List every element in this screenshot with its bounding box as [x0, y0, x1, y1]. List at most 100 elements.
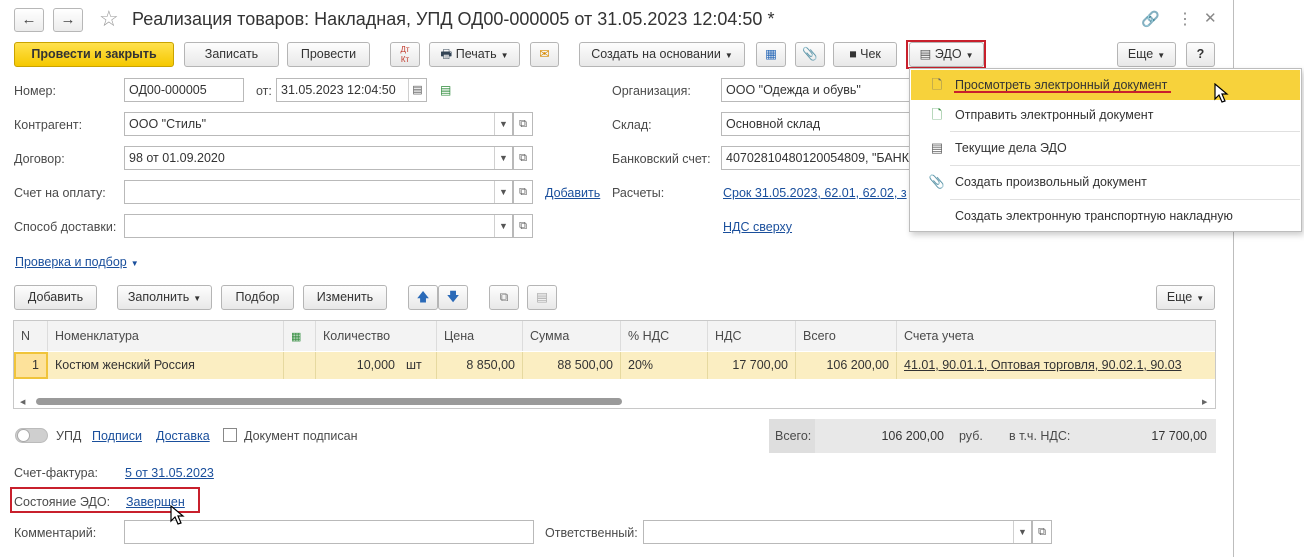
scroll-right-icon[interactable]: ▶ [1202, 398, 1207, 406]
copy-icon[interactable]: ⧉ [489, 285, 519, 310]
column-header-total[interactable]: Всего [796, 321, 897, 351]
column-header-accounts[interactable]: Счета учета [897, 321, 1215, 351]
arrow-left-icon: ← [21, 11, 37, 28]
menu-item-view-edoc[interactable]: 🗋 Просмотреть электронный документ [911, 70, 1300, 100]
menu-separator [950, 199, 1300, 200]
check-and-pick-label: Проверка и подбор [15, 255, 127, 269]
structure-icon[interactable]: ▦ [756, 42, 786, 67]
forward-button[interactable]: → [53, 8, 83, 32]
chevron-down-icon[interactable]: ▼ [494, 215, 512, 237]
more-vertical-icon[interactable]: ⋮ [1177, 9, 1193, 29]
chevron-down-icon[interactable]: ▼ [1013, 521, 1031, 543]
goods-table: N Номенклатура ▦ Количество Цена Сумма %… [13, 320, 1216, 409]
menu-item-create-etn[interactable]: Создать электронную транспортную накладн… [911, 201, 1300, 231]
column-header-vat[interactable]: НДС [708, 321, 796, 351]
total-label: Всего: [775, 429, 812, 443]
edo-button-highlight [906, 40, 986, 69]
save-button[interactable]: Записать [184, 42, 279, 67]
cash-register-icon: ■ [849, 47, 857, 61]
column-header-marking[interactable]: ▦ [284, 321, 316, 351]
open-icon[interactable]: ⧉ [1032, 520, 1052, 544]
menu-item-edo-tasks[interactable]: ▤ Текущие дела ЭДО [911, 133, 1300, 163]
more-button[interactable]: Еще ▼ [1117, 42, 1176, 67]
number-field[interactable]: ОД00-000005 [124, 78, 244, 102]
back-button[interactable]: ← [14, 8, 44, 32]
upd-toggle[interactable] [15, 428, 48, 443]
document-signed-checkbox[interactable] [223, 428, 237, 442]
invoice-for-payment-field[interactable]: ▼ [124, 180, 513, 204]
date-label: от: [256, 84, 272, 98]
delivery-method-field[interactable]: ▼ [124, 214, 513, 238]
open-icon[interactable]: ⧉ [513, 146, 533, 170]
paperclip-icon[interactable]: 📎 [795, 42, 825, 67]
add-invoice-link[interactable]: Добавить [545, 186, 600, 200]
horizontal-scrollbar[interactable] [36, 398, 622, 405]
send-document-icon: 🗋 [931, 107, 943, 122]
delivery-link[interactable]: Доставка [156, 429, 210, 443]
invoice-for-payment-label: Счет на оплату: [14, 186, 106, 200]
add-row-button[interactable]: Добавить [14, 285, 97, 310]
change-button[interactable]: Изменить [303, 285, 387, 310]
chevron-down-icon: ▼ [1196, 294, 1205, 303]
link-icon[interactable]: 🔗 [1141, 10, 1160, 28]
row-qty: 10,000 [356, 358, 395, 372]
dtkt-icon[interactable]: Дт Кт [390, 42, 420, 67]
move-up-icon[interactable]: 🡅 [408, 285, 438, 310]
column-header-sum[interactable]: Сумма [523, 321, 621, 351]
responsible-label: Ответственный: [545, 526, 638, 540]
tax-invoice-link[interactable]: 5 от 31.05.2023 [125, 466, 214, 480]
chevron-down-icon[interactable]: ▼ [494, 181, 512, 203]
open-icon[interactable]: ⧉ [513, 112, 533, 136]
check-and-pick-link[interactable]: Проверка и подбор ▼ [15, 255, 139, 269]
fill-button[interactable]: Заполнить ▼ [117, 285, 212, 310]
column-header-price[interactable]: Цена [437, 321, 523, 351]
row-accounts-link[interactable]: 41.01, 90.01.1, Оптовая торговля, 90.02.… [897, 352, 1215, 379]
contract-value: 98 от 01.09.2020 [129, 151, 225, 165]
scroll-left-icon[interactable]: ◀ [20, 398, 25, 406]
menu-item-create-arbitrary[interactable]: 📎 Создать произвольный документ [911, 167, 1300, 197]
pick-button[interactable]: Подбор [221, 285, 294, 310]
table-more-button[interactable]: Еще ▼ [1156, 285, 1215, 310]
history-icon[interactable]: ▤ [440, 83, 451, 97]
column-header-qty[interactable]: Количество [316, 321, 437, 351]
column-header-n[interactable]: N [14, 321, 48, 351]
paste-icon[interactable]: ▤ [527, 285, 557, 310]
org-field[interactable]: ООО "Одежда и обувь" [721, 78, 911, 102]
post-and-close-button[interactable]: Провести и закрыть [14, 42, 174, 67]
help-button[interactable]: ? [1186, 42, 1215, 67]
document-signed-label: Документ подписан [244, 429, 358, 443]
signatures-link[interactable]: Подписи [92, 429, 142, 443]
warehouse-field[interactable]: Основной склад [721, 112, 911, 136]
email-icon[interactable]: ✉ [530, 42, 559, 67]
receipt-button[interactable]: ■ Чек [833, 42, 897, 67]
column-header-item[interactable]: Номенклатура [48, 321, 284, 351]
menu-item-underline [954, 91, 1171, 93]
date-field[interactable]: 31.05.2023 12:04:50 ▤ [276, 78, 427, 102]
contract-field[interactable]: 98 от 01.09.2020 ▼ [124, 146, 513, 170]
vat-on-top-link[interactable]: НДС сверху [723, 220, 792, 234]
favorite-star-icon[interactable]: ☆ [99, 6, 119, 32]
calendar-icon[interactable]: ▤ [408, 79, 426, 101]
responsible-field[interactable]: ▼ [643, 520, 1032, 544]
total-value: 106 200,00 [881, 429, 944, 443]
table-row[interactable]: 1 Костюм женский Россия 10,000 шт 8 850,… [14, 352, 1215, 379]
chevron-down-icon[interactable]: ▼ [494, 147, 512, 169]
counterparty-field[interactable]: ООО "Стиль" ▼ [124, 112, 513, 136]
create-based-on-button[interactable]: Создать на основании ▼ [579, 42, 745, 67]
menu-item-send-edoc[interactable]: 🗋 Отправить электронный документ [911, 100, 1300, 130]
tax-invoice-label: Счет-фактура: [14, 466, 99, 480]
column-header-vat-rate[interactable]: % НДС [621, 321, 708, 351]
open-icon[interactable]: ⧉ [513, 214, 533, 238]
post-button[interactable]: Провести [287, 42, 370, 67]
print-button[interactable]: 🖶 Печать ▼ [429, 42, 520, 67]
table-more-label: Еще [1166, 290, 1193, 304]
move-down-icon[interactable]: 🡇 [438, 285, 468, 310]
contract-label: Договор: [14, 152, 65, 166]
settlements-link[interactable]: Срок 31.05.2023, 62.01, 62.02, з [723, 186, 907, 200]
chevron-down-icon[interactable]: ▼ [494, 113, 512, 135]
currency-label: руб. [959, 429, 983, 443]
bank-account-field[interactable]: 40702810480120054809, "БАНК [721, 146, 911, 170]
chevron-down-icon: ▼ [1157, 51, 1166, 60]
close-icon[interactable]: ✕ [1204, 9, 1217, 27]
open-icon[interactable]: ⧉ [513, 180, 533, 204]
